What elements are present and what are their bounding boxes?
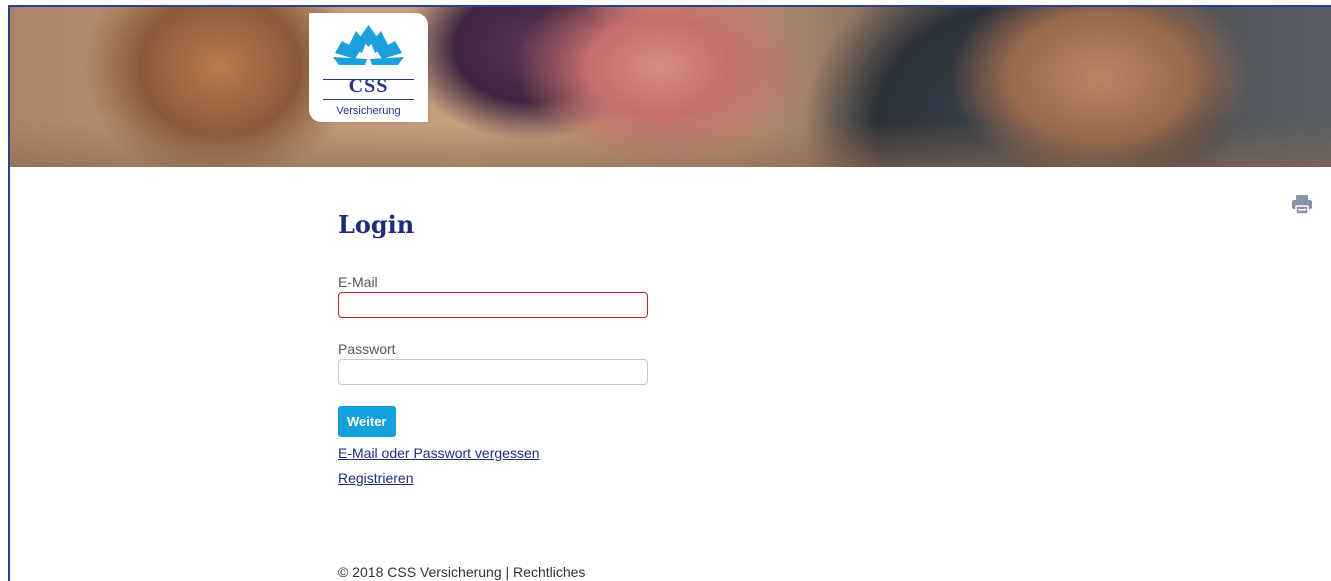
hero-floor-shade — [10, 122, 1331, 167]
print-button[interactable] — [1291, 193, 1313, 215]
brand-logo[interactable]: CSS Versicherung — [309, 13, 428, 122]
logo-name: CSS — [348, 75, 389, 97]
hero-banner-image — [10, 7, 1331, 167]
email-field[interactable] — [338, 292, 648, 318]
footer-copyright: © 2018 CSS Versicherung | Rechtliches — [338, 564, 586, 580]
logo-subtitle: Versicherung — [336, 105, 401, 117]
forgot-credentials-link[interactable]: E-Mail oder Passwort vergessen — [338, 445, 540, 461]
css-flower-logo-icon — [333, 25, 404, 65]
password-label: Passwort — [338, 341, 396, 357]
register-link[interactable]: Registrieren — [338, 470, 413, 486]
logo-rule-bottom — [323, 99, 414, 100]
page-title: Login — [338, 210, 415, 239]
password-field[interactable] — [338, 359, 648, 385]
continue-button[interactable]: Weiter — [338, 406, 396, 437]
printer-icon — [1292, 195, 1312, 215]
email-label: E-Mail — [338, 274, 378, 290]
